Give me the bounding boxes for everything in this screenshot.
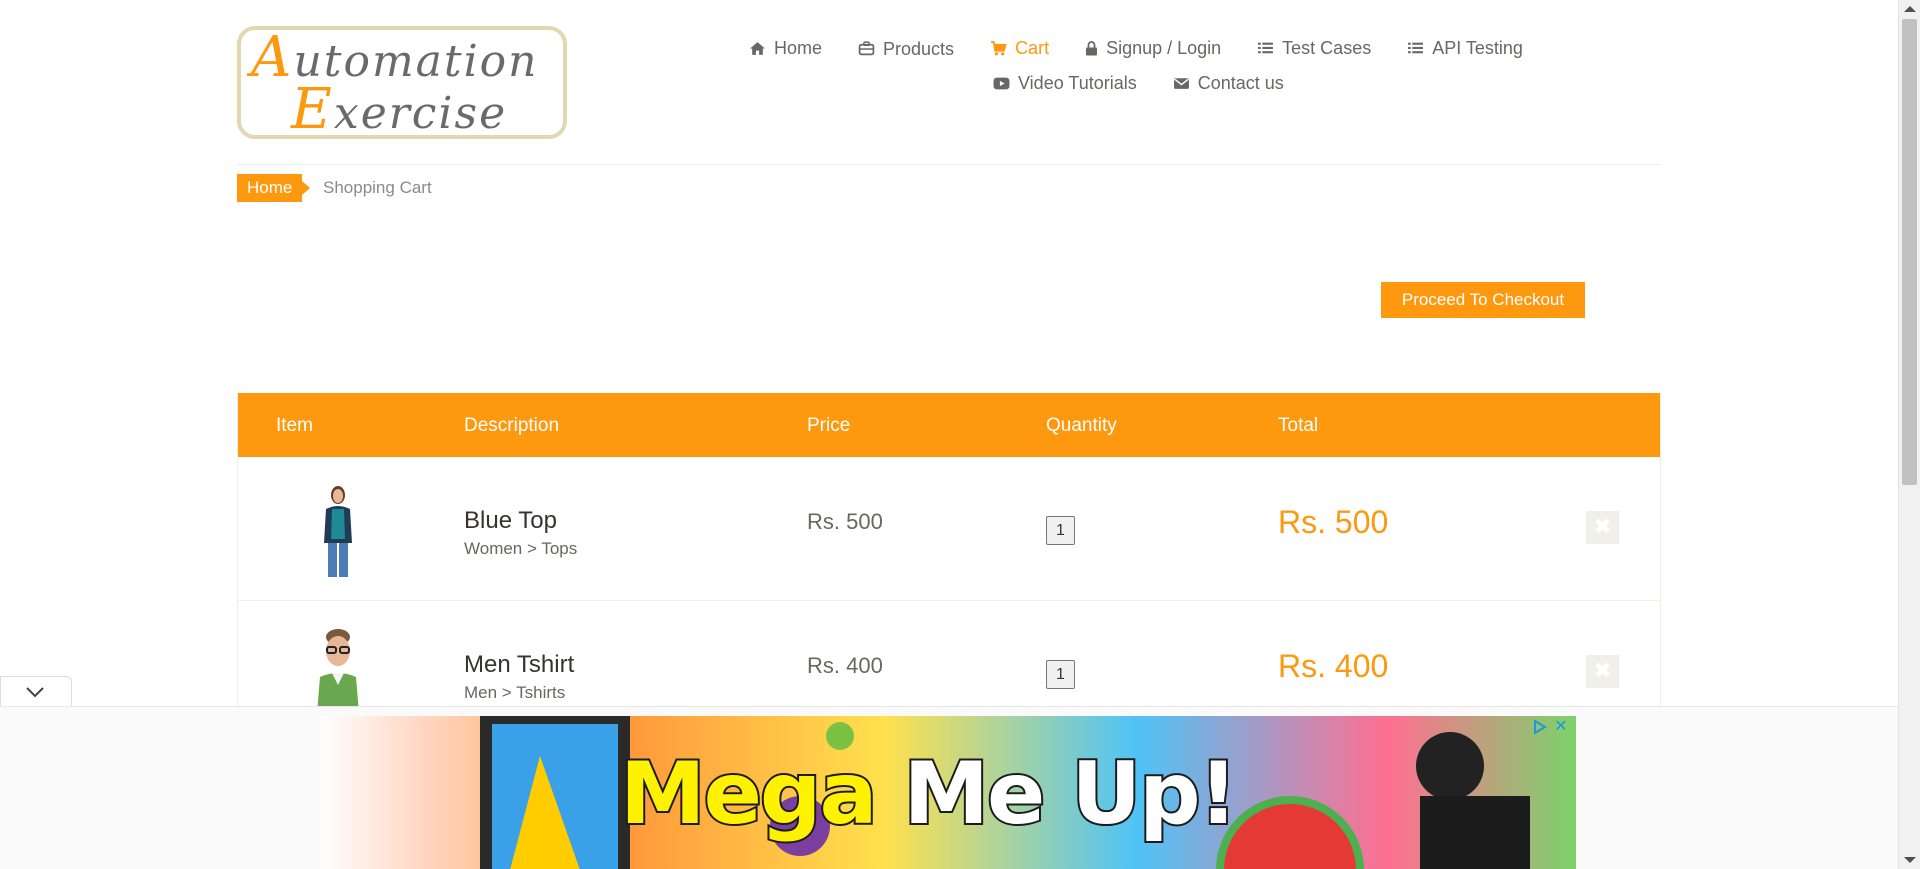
nav-api-testing[interactable]: API Testing xyxy=(1407,36,1523,60)
product-name[interactable]: Blue Top xyxy=(464,507,557,535)
nav-video-tutorials-label: Video Tutorials xyxy=(1018,73,1137,93)
logo-line-2: Exercise xyxy=(291,77,508,142)
nav-test-cases[interactable]: Test Cases xyxy=(1257,36,1371,60)
delete-item-button[interactable]: ✖ xyxy=(1586,655,1619,688)
nav-signup-login[interactable]: Signup / Login xyxy=(1085,36,1221,60)
product-category: Women > Tops xyxy=(464,539,578,558)
header-description: Description xyxy=(464,415,560,436)
cart-table-header: Item Description Price Quantity Total xyxy=(238,393,1660,457)
vertical-scrollbar[interactable] xyxy=(1898,0,1920,869)
product-category: Men > Tshirts xyxy=(464,683,566,702)
nav-cart[interactable]: Cart xyxy=(990,36,1049,60)
lock-icon xyxy=(1085,40,1098,57)
cart-table: Item Description Price Quantity Total Bl… xyxy=(237,393,1661,745)
nav-products-label: Products xyxy=(883,39,955,59)
header-divider xyxy=(237,164,1661,165)
close-icon: ✖ xyxy=(1594,516,1611,538)
scroll-up-icon[interactable] xyxy=(1904,6,1916,12)
youtube-play-icon xyxy=(993,75,1010,92)
cart-icon xyxy=(990,40,1007,57)
home-icon xyxy=(749,40,766,57)
ad-container: Mega Me Up! ✕ xyxy=(0,706,1898,869)
ad-collapse-button[interactable] xyxy=(0,676,72,707)
header-price: Price xyxy=(807,415,851,436)
chevron-down-icon xyxy=(26,687,44,698)
product-price: Rs. 400 xyxy=(807,653,883,678)
nav-home-label: Home xyxy=(774,37,823,58)
delete-item-button[interactable]: ✖ xyxy=(1586,511,1619,544)
proceed-to-checkout-button[interactable]: Proceed To Checkout xyxy=(1381,282,1585,318)
list-icon xyxy=(1257,40,1274,57)
ad-headline: Mega Me Up! xyxy=(618,742,1240,846)
briefcase-icon xyxy=(858,40,875,57)
ad-choices-icon[interactable] xyxy=(1532,719,1548,735)
nav-cart-label: Cart xyxy=(1015,37,1050,58)
nav-signup-login-label: Signup / Login xyxy=(1106,37,1222,58)
product-total: Rs. 400 xyxy=(1278,648,1389,684)
envelope-icon xyxy=(1173,75,1190,92)
product-total: Rs. 500 xyxy=(1278,504,1389,540)
breadcrumb-current: Shopping Cart xyxy=(323,178,432,197)
scroll-down-icon[interactable] xyxy=(1904,857,1916,863)
site-logo[interactable]: Automation Exercise xyxy=(237,26,567,139)
header-total: Total xyxy=(1278,415,1319,436)
nav-test-cases-label: Test Cases xyxy=(1282,37,1372,58)
nav-contact-us[interactable]: Contact us xyxy=(1173,73,1284,94)
nav-home[interactable]: Home xyxy=(749,36,822,60)
product-price: Rs. 500 xyxy=(807,509,883,534)
ad-banner[interactable]: Mega Me Up! ✕ xyxy=(320,716,1576,869)
header-quantity: Quantity xyxy=(1046,415,1117,436)
ad-close-button[interactable]: ✕ xyxy=(1552,718,1570,736)
list-icon xyxy=(1407,40,1424,57)
product-quantity: 1 xyxy=(1046,660,1075,689)
breadcrumb-home[interactable]: Home xyxy=(237,174,311,202)
scrollbar-thumb[interactable] xyxy=(1902,19,1917,485)
close-icon: ✖ xyxy=(1594,660,1611,682)
table-row: Blue Top Women > Tops Rs. 500 1 Rs. 500 … xyxy=(238,457,1660,601)
header-item: Item xyxy=(276,415,313,436)
close-icon: ✕ xyxy=(1554,718,1568,735)
nav-video-tutorials[interactable]: Video Tutorials xyxy=(993,73,1137,94)
page: Automation Exercise Home Products Cart S… xyxy=(0,0,1898,869)
nav-api-testing-label: API Testing xyxy=(1432,37,1523,58)
product-name[interactable]: Men Tshirt xyxy=(464,651,574,679)
nav-products[interactable]: Products xyxy=(858,36,954,60)
nav-contact-us-label: Contact us xyxy=(1197,73,1284,93)
woman-model-image[interactable] xyxy=(298,481,378,581)
product-quantity: 1 xyxy=(1046,516,1075,545)
